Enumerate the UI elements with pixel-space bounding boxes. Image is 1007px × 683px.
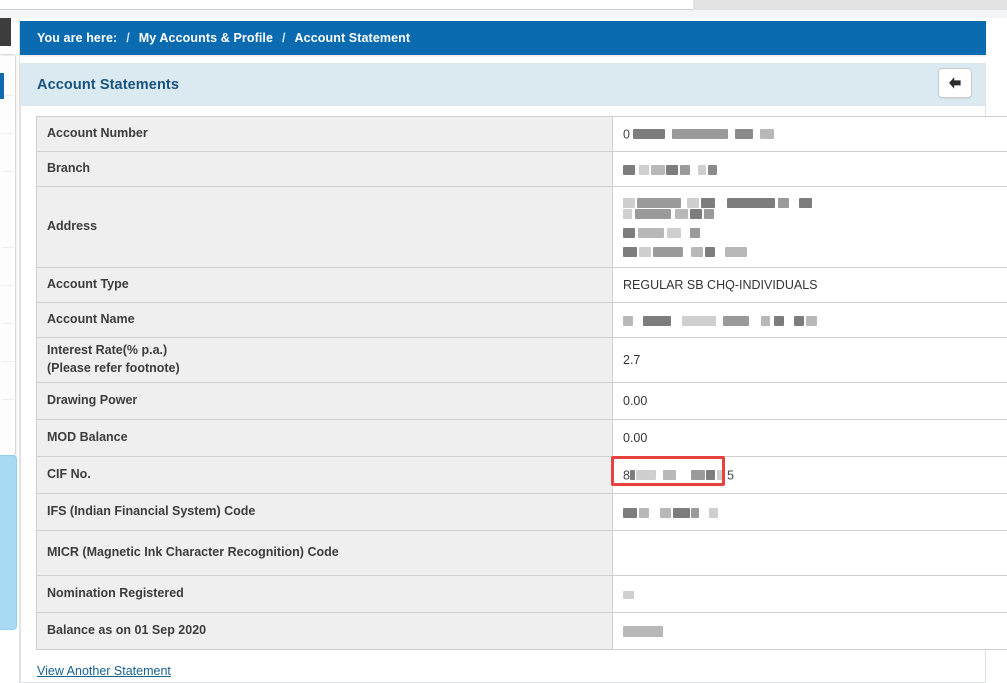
sidebar-active-indicator [0,73,4,99]
row-label-account-name: Account Name [36,302,613,338]
browser-toolbar-gap [0,10,1007,18]
sidebar-promo-card[interactable] [0,455,17,630]
row-label-drawing-power: Drawing Power [36,382,613,420]
row-value-mod-balance: 0.00 [612,419,1007,457]
row-label-balance-as-on: Balance as on 01 Sep 2020 [36,612,613,650]
sidebar-divider [2,55,13,56]
account-statements-card: Account Statements Account Number 0 Bran… [20,63,1007,683]
redacted-value [623,587,641,601]
sidebar-divider [2,399,13,400]
row-value-interest-rate: 2.7 [612,337,1007,383]
table-row: Balance as on 01 Sep 2020 [36,612,1007,650]
browser-tab-strip [0,0,693,10]
table-row: Nomination Registered [36,575,1007,613]
row-value-ifs-code [612,493,1007,531]
row-value-address [612,186,1007,268]
row-value-account-number: 0 [612,116,1007,152]
breadcrumb-item-account-statement[interactable]: Account Statement [295,31,411,45]
redacted-value [633,127,781,141]
row-value-account-name [612,302,1007,338]
sidebar-menu-panel[interactable] [0,54,16,456]
redacted-value-line [623,245,1004,259]
table-row: Drawing Power 0.00 [36,382,1007,420]
table-row: Branch [36,151,1007,187]
sidebar-sliver[interactable] [0,18,20,683]
table-row: CIF No. 85 [36,456,1007,494]
breadcrumb-separator: / [126,31,130,45]
table-row: Account Name [36,302,1007,338]
breadcrumb-prefix: You are here: [37,31,118,45]
table-row: MICR (Magnetic Ink Character Recognition… [36,530,1007,576]
breadcrumb-item-my-accounts-profile[interactable]: My Accounts & Profile [139,31,273,45]
redacted-value [623,505,725,519]
footer-links: View Another Statement [21,650,985,680]
row-value-nomination-registered [612,575,1007,613]
sidebar-divider [2,247,13,248]
breadcrumb: You are here: / My Accounts & Profile / … [20,21,986,55]
sidebar-divider [2,285,13,286]
row-label-branch: Branch [36,151,613,187]
redacted-value-line [623,226,1004,240]
table-row: MOD Balance 0.00 [36,419,1007,457]
table-row: Account Type REGULAR SB CHQ-INDIVIDUALS [36,267,1007,303]
row-label-address: Address [36,186,613,268]
redacted-value [623,624,670,638]
card-header: Account Statements [21,63,985,106]
statement-table-wrap: Account Number 0 Branch Address Account … [21,106,1007,650]
sidebar-toggle-tab[interactable] [0,18,11,46]
row-value-balance-as-on [612,612,1007,650]
sidebar-divider [2,133,13,134]
row-value-cif-no: 85 [611,456,1007,494]
table-row: Account Number 0 [36,116,1007,152]
row-label-account-type: Account Type [36,267,613,303]
row-label-account-number: Account Number [36,116,613,152]
row-label-nomination-registered: Nomination Registered [36,575,613,613]
table-row: Address [36,186,1007,268]
row-label-mod-balance: MOD Balance [36,419,613,457]
view-another-statement-link[interactable]: View Another Statement [37,664,171,678]
redacted-value [629,468,727,482]
table-row: Interest Rate(% p.a.) (Please refer foot… [36,337,1007,383]
arrow-left-icon [947,76,963,90]
value-prefix: 8 [623,468,630,483]
back-button[interactable] [938,68,972,98]
table-row: IFS (Indian Financial System) Code [36,493,1007,531]
row-label-interest-rate: Interest Rate(% p.a.) (Please refer foot… [36,337,613,383]
row-value-drawing-power: 0.00 [612,382,1007,420]
sidebar-divider [2,323,13,324]
breadcrumb-separator: / [282,31,286,45]
row-label-ifs-code: IFS (Indian Financial System) Code [36,493,613,531]
row-label-micr-code: MICR (Magnetic Ink Character Recognition… [36,530,613,576]
row-value-branch [612,151,1007,187]
row-value-account-type: REGULAR SB CHQ-INDIVIDUALS [612,267,1007,303]
redacted-value [623,162,724,176]
statement-table-body: Account Number 0 Branch Address Account … [36,116,1007,650]
row-value-micr-code [612,530,1007,576]
page-title: Account Statements [37,76,179,93]
value-suffix: 5 [726,468,734,483]
page-root: You are here: / My Accounts & Profile / … [0,18,1007,683]
redacted-value [623,313,824,327]
value-prefix: 0 [623,127,630,142]
sidebar-divider [2,171,13,172]
sidebar-divider [2,361,13,362]
account-statement-table: Account Number 0 Branch Address Account … [36,116,1007,650]
row-label-cif-no: CIF No. [36,456,613,494]
